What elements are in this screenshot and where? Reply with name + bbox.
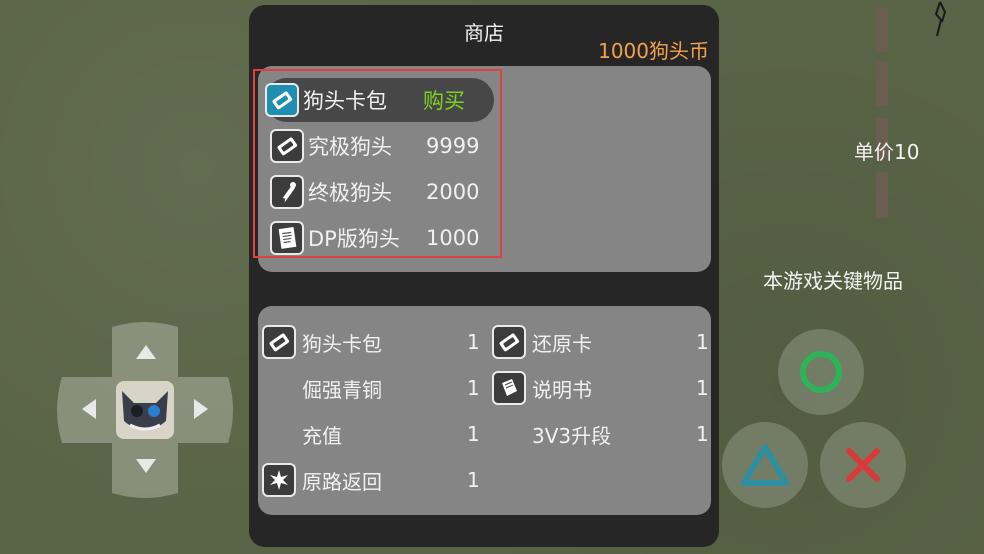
cross-icon bbox=[846, 448, 880, 482]
dpad-right-arrow-icon[interactable] bbox=[194, 399, 208, 419]
shop-item-price: 2000 bbox=[426, 180, 480, 204]
shop-item-ultimate-dog[interactable]: 究极狗头 9999 bbox=[270, 124, 479, 168]
cross-button[interactable] bbox=[820, 422, 906, 508]
inventory-item-count: 1 bbox=[467, 422, 480, 446]
background-figure-icon bbox=[934, 1, 947, 37]
triangle-button[interactable] bbox=[722, 422, 808, 508]
coin-balance: 1000狗头币 bbox=[598, 39, 709, 63]
fence-post bbox=[876, 8, 888, 52]
shop-item-dog-card-pack[interactable]: 狗头卡包 购买 bbox=[265, 78, 494, 122]
shop-window: 商店 1000狗头币 狗头卡包 购买 究极狗头 9999 终极狗头 2000 D… bbox=[249, 5, 719, 547]
buy-button[interactable]: 购买 bbox=[423, 85, 465, 115]
book-icon bbox=[492, 371, 526, 405]
circle-button[interactable] bbox=[778, 329, 864, 415]
inventory-item-name: 倔强青铜 bbox=[302, 377, 382, 402]
unit-price-label: 单价10 bbox=[854, 140, 920, 164]
fence-post bbox=[876, 62, 888, 106]
shop-item-name: DP版狗头 bbox=[308, 227, 400, 251]
dpad-down-arrow-icon[interactable] bbox=[136, 459, 156, 473]
card-pack-icon bbox=[265, 83, 299, 117]
triangle-icon bbox=[741, 444, 789, 486]
dpad-up-arrow-icon[interactable] bbox=[136, 345, 156, 359]
inventory-item[interactable]: 倔强青铜 bbox=[262, 368, 382, 408]
inventory-item[interactable]: 充值 bbox=[262, 414, 342, 454]
inventory-item-count: 1 bbox=[467, 468, 480, 492]
player-avatar bbox=[116, 381, 174, 439]
fence-post bbox=[876, 172, 888, 218]
card-icon bbox=[270, 129, 304, 163]
inventory-item[interactable]: 说明书 bbox=[492, 368, 592, 408]
inventory-item[interactable]: 3V3升段 bbox=[492, 414, 611, 454]
inventory-item-name: 原路返回 bbox=[302, 469, 382, 494]
inventory-item-name: 说明书 bbox=[532, 377, 592, 402]
item-description: 本游戏关键物品 bbox=[763, 269, 903, 293]
inventory-item-count: 1 bbox=[467, 330, 480, 354]
shop-item-price: 9999 bbox=[426, 134, 480, 158]
inventory-item-name: 充值 bbox=[302, 423, 342, 448]
shop-item-name: 究极狗头 bbox=[308, 135, 392, 159]
shop-item-name: 狗头卡包 bbox=[303, 89, 387, 113]
document-icon bbox=[270, 221, 304, 255]
inventory-item[interactable]: 原路返回 bbox=[262, 460, 382, 500]
inventory-panel: 狗头卡包 1 倔强青铜 1 充值 1 原路返回 1 还原卡 1 说明书 1 3V… bbox=[258, 306, 711, 515]
circle-icon bbox=[800, 351, 842, 393]
inventory-item-name: 3V3升段 bbox=[532, 423, 612, 448]
shop-item-dp-dog[interactable]: DP版狗头 1000 bbox=[270, 216, 479, 260]
dpad-left-arrow-icon[interactable] bbox=[82, 399, 96, 419]
inventory-item-count: 1 bbox=[467, 376, 480, 400]
shop-item-price: 1000 bbox=[426, 226, 480, 250]
shop-item-name: 终极狗头 bbox=[308, 181, 392, 205]
inventory-item-count: 1 bbox=[696, 330, 709, 354]
card-icon bbox=[492, 325, 526, 359]
dpad[interactable] bbox=[52, 317, 238, 503]
return-icon bbox=[262, 463, 296, 497]
inventory-item[interactable]: 还原卡 bbox=[492, 322, 592, 362]
card-icon bbox=[262, 325, 296, 359]
inventory-item-name: 狗头卡包 bbox=[302, 331, 382, 356]
inventory-item-count: 1 bbox=[696, 422, 709, 446]
inventory-item[interactable]: 狗头卡包 bbox=[262, 322, 382, 362]
inventory-item-count: 1 bbox=[696, 376, 709, 400]
scroll-icon bbox=[270, 175, 304, 209]
shop-item-final-dog[interactable]: 终极狗头 2000 bbox=[270, 170, 479, 214]
shop-item-list: 狗头卡包 购买 究极狗头 9999 终极狗头 2000 DP版狗头 1000 bbox=[258, 66, 711, 272]
inventory-item-name: 还原卡 bbox=[532, 331, 592, 356]
